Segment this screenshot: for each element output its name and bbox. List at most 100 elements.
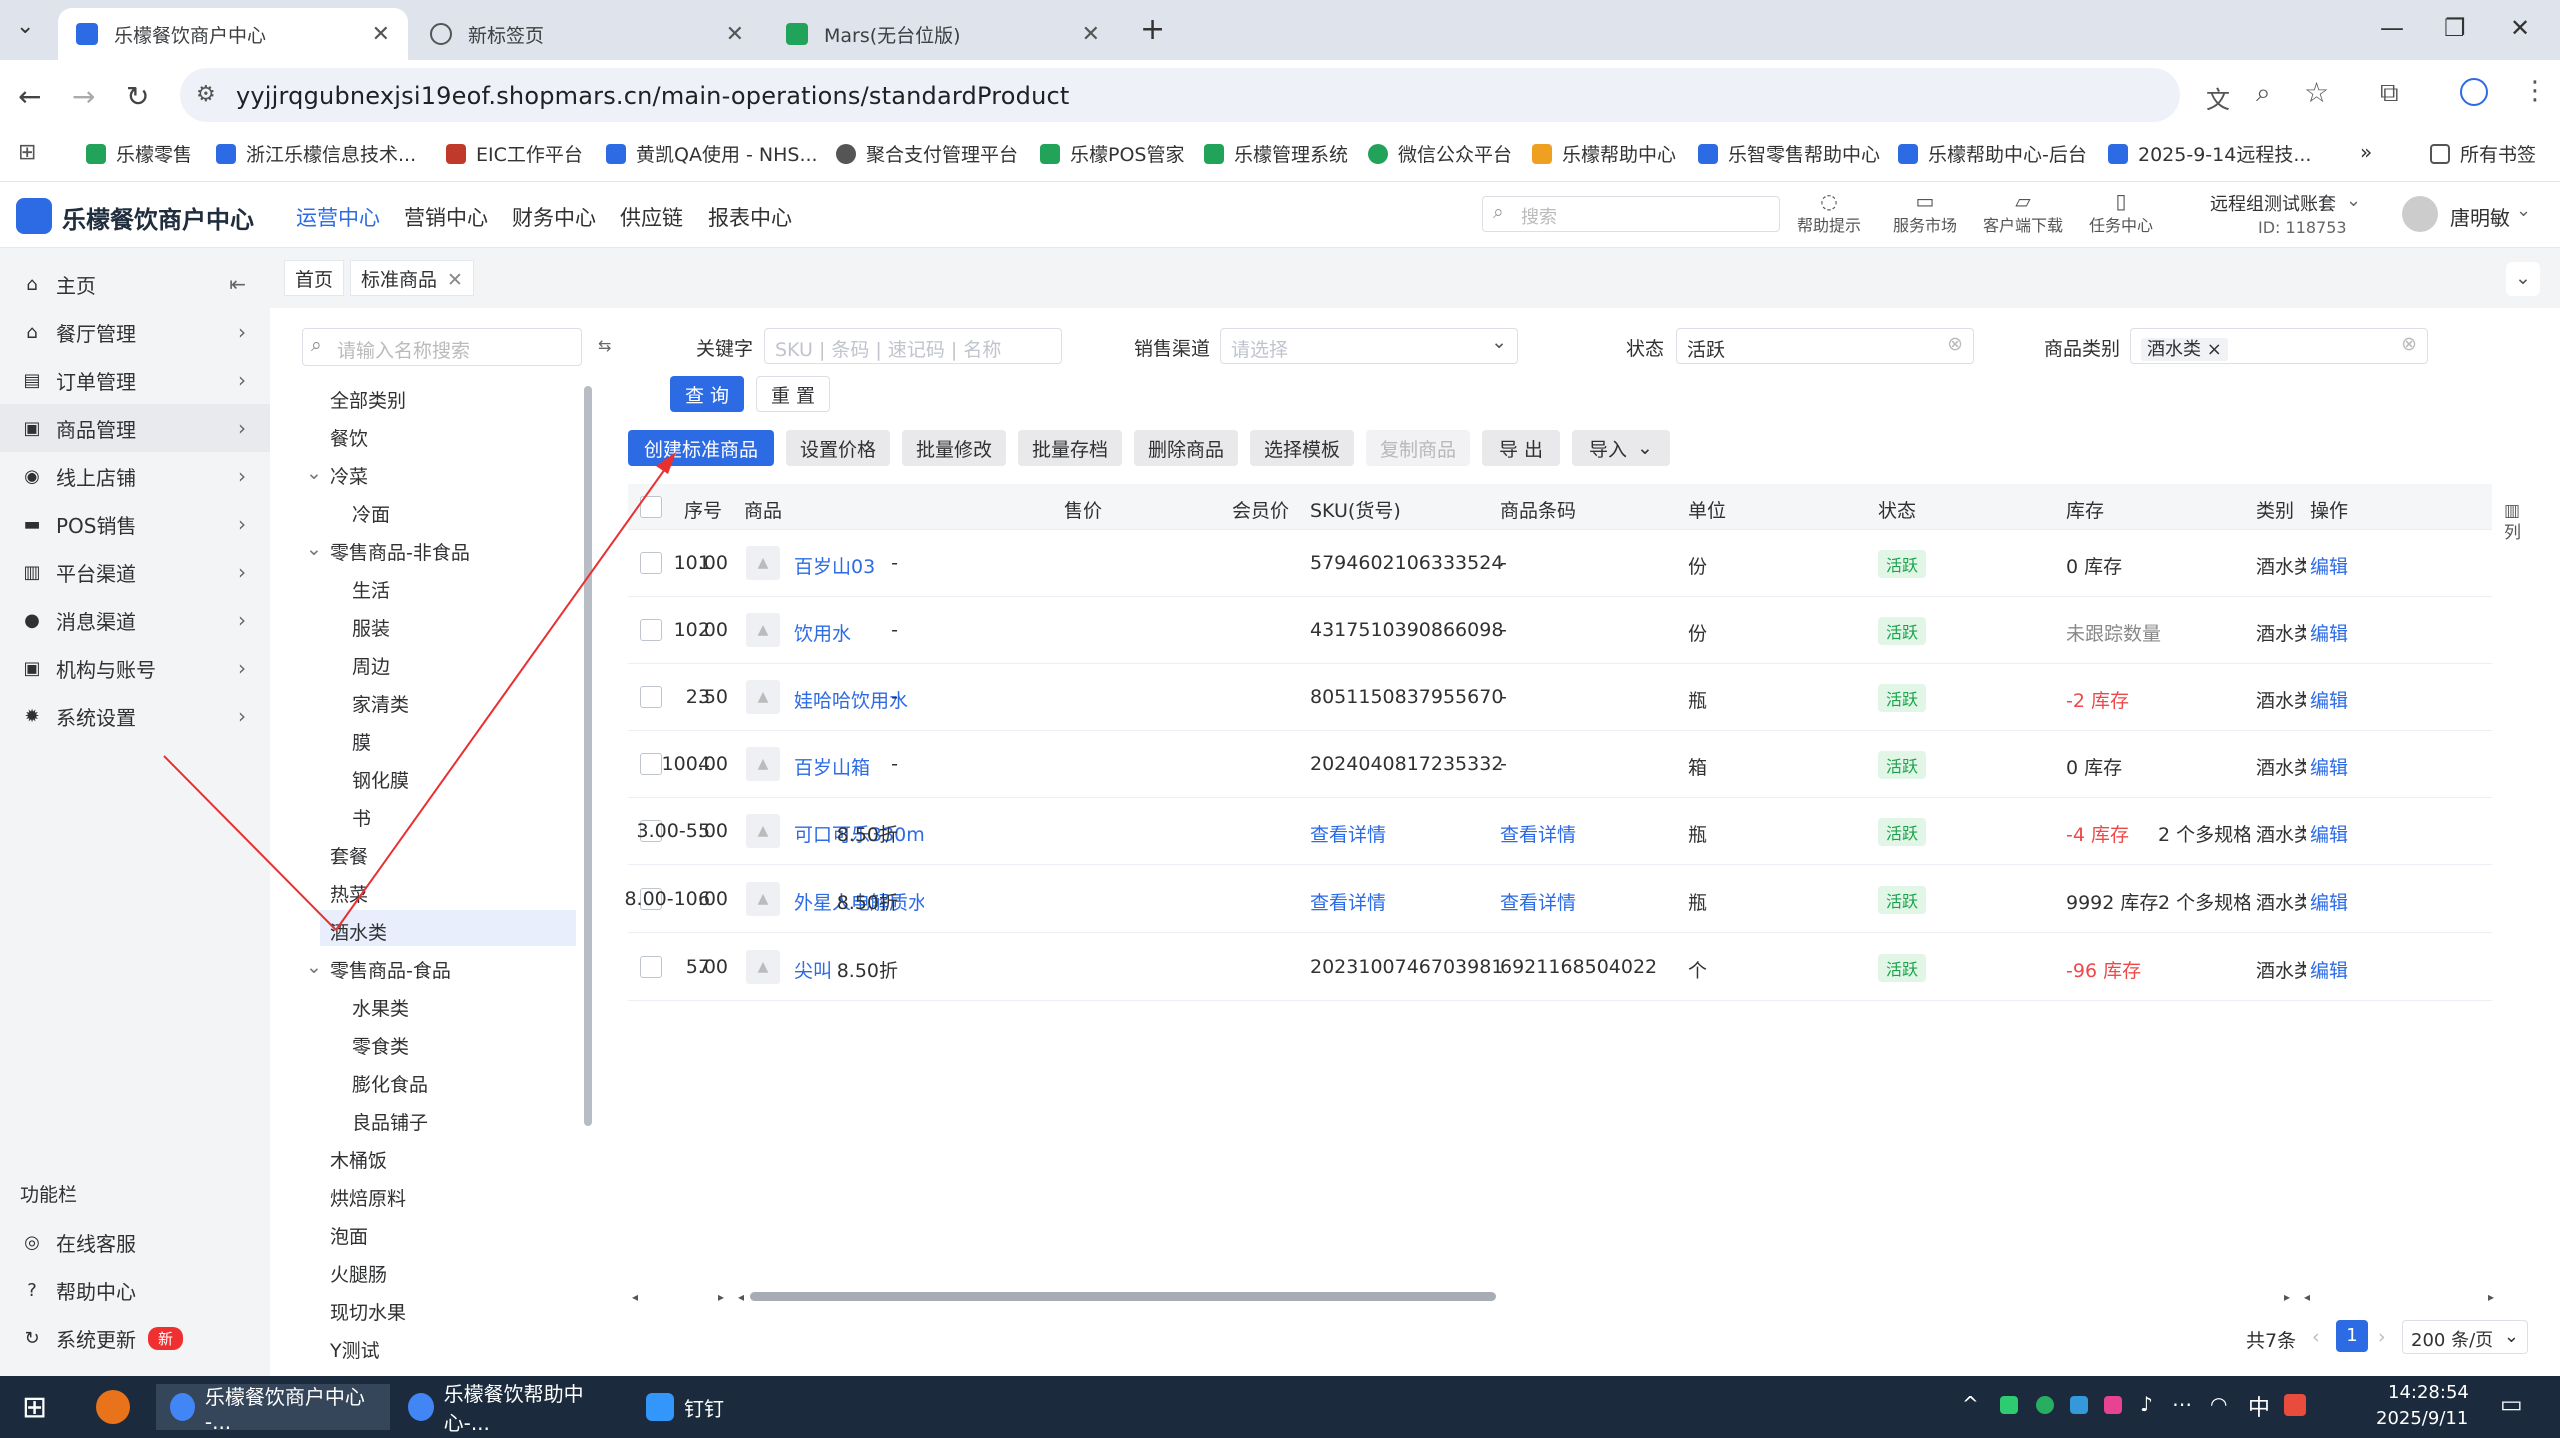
zoom-icon[interactable]: ⌕ [2256, 78, 2271, 109]
browser-tab[interactable]: 新标签页 ✕ [412, 8, 762, 60]
sidebar-item-org[interactable]: ▣ 机构与账号 › [0, 644, 270, 692]
row-checkbox[interactable] [640, 753, 662, 775]
taskbar-app[interactable]: 钉钉 [632, 1384, 752, 1430]
tab-standard-product[interactable]: 标准商品 ✕ [350, 260, 474, 296]
site-info-icon[interactable]: ⚙ [196, 82, 216, 107]
tree-node[interactable]: 水果类 [352, 994, 409, 1021]
tree-node[interactable]: 书 [352, 804, 371, 831]
scroll-left-icon[interactable]: ◂ [738, 1290, 744, 1304]
scroll-right-icon[interactable]: ▸ [2488, 1290, 2494, 1304]
notification-icon[interactable]: ▭ [2500, 1390, 2523, 1418]
sidebar-item-pos[interactable]: ▬ POS销售 › [0, 500, 270, 548]
edit-link[interactable]: 编辑 [2310, 552, 2348, 579]
edit-link[interactable]: 编辑 [2310, 956, 2348, 983]
tree-node[interactable]: 家清类 [352, 690, 409, 717]
more-bookmarks-icon[interactable]: » [2360, 140, 2372, 164]
bookmark[interactable]: 乐檬零售 [86, 140, 192, 167]
delete-product-button[interactable]: 删除商品 [1134, 430, 1238, 466]
tree-node[interactable]: ⌄ 零售商品-食品 [306, 956, 451, 983]
batch-edit-button[interactable]: 批量修改 [902, 430, 1006, 466]
nav-marketing[interactable]: 营销中心 [404, 202, 488, 232]
tree-node[interactable]: ⌄ 零售商品-非食品 [306, 538, 470, 565]
sku[interactable]: 查看详情 [1310, 888, 1386, 915]
tree-toggle-icon[interactable]: ⇆ [598, 336, 611, 355]
client-download-button[interactable]: ▱ 客户端下载 [1978, 190, 2068, 236]
profile-icon[interactable] [2460, 78, 2488, 106]
tree-node[interactable]: 餐饮 [330, 424, 368, 451]
url-text[interactable]: yyjjrqgubnexjsi19eof.shopmars.cn/main-op… [236, 82, 1070, 110]
sidebar-item-products[interactable]: ▣ 商品管理 › [0, 404, 270, 452]
sidebar-item-restaurant[interactable]: ⌂ 餐厅管理 › [0, 308, 270, 356]
browser-tab[interactable]: Mars(无台位版) ✕ [768, 8, 1118, 60]
tree-node[interactable]: 周边 [352, 652, 390, 679]
volume-icon[interactable]: ♪ [2140, 1392, 2153, 1416]
tree-node[interactable]: 全部类别 [330, 386, 406, 413]
row-checkbox[interactable] [640, 552, 662, 574]
close-tab-icon[interactable]: ✕ [726, 22, 744, 47]
create-product-button[interactable]: 创建标准商品 [628, 430, 774, 466]
tree-node[interactable]: 冷面 [352, 500, 390, 527]
firefox-icon[interactable] [96, 1390, 130, 1424]
tree-node[interactable]: 生活 [352, 576, 390, 603]
tree-node[interactable]: 钢化膜 [352, 766, 409, 793]
select-all-checkbox[interactable] [640, 496, 662, 518]
bookmark[interactable]: 微信公众平台 [1368, 140, 1512, 167]
select-template-button[interactable]: 选择模板 [1250, 430, 1354, 466]
scroll-left-icon[interactable]: ◂ [2304, 1290, 2310, 1304]
barcode[interactable]: 查看详情 [1500, 888, 1576, 915]
edit-link[interactable]: 编辑 [2310, 888, 2348, 915]
bookmark[interactable]: 乐檬POS管家 [1040, 140, 1184, 167]
forward-icon[interactable]: → [72, 80, 95, 113]
tree-node[interactable]: 火腿肠 [330, 1260, 387, 1287]
category-select[interactable]: 酒水类 × ⊗ [2130, 328, 2428, 364]
import-button[interactable]: 导入 ⌄ [1572, 430, 1670, 466]
channel-select[interactable]: 请选择 ⌄ [1220, 328, 1518, 364]
clock-time[interactable]: 14:28:54 [2388, 1382, 2469, 1403]
tree-node[interactable]: 膜 [352, 728, 371, 755]
account-name[interactable]: 远程组测试账套 [2210, 190, 2336, 216]
user-name[interactable]: 唐明敏 [2450, 202, 2510, 231]
table-hscrollbar[interactable] [750, 1292, 1496, 1301]
tree-node[interactable]: 泡面 [330, 1222, 368, 1249]
product-name-link[interactable]: 尖叫 [794, 956, 832, 983]
tab-home[interactable]: 首页 [284, 260, 345, 296]
tree-node[interactable]: ⌄ 冷菜 [306, 462, 368, 489]
tree-node[interactable]: 烘焙原料 [330, 1184, 406, 1211]
service-market-button[interactable]: ▭ 服务市场 [1880, 190, 1970, 236]
tree-node[interactable]: 热菜 [330, 880, 368, 907]
barcode[interactable]: 查看详情 [1500, 820, 1576, 847]
tree-node[interactable]: 膨化食品 [352, 1070, 428, 1097]
product-name-link[interactable]: 饮用水 [794, 619, 851, 646]
scroll-right-icon[interactable]: ▸ [2284, 1290, 2290, 1304]
tree-node[interactable]: 现切水果 [330, 1298, 406, 1325]
windows-start-icon[interactable]: ⊞ [22, 1390, 47, 1425]
extensions-icon[interactable]: ⧉ [2380, 78, 2399, 109]
network-icon[interactable]: ⋯ [2172, 1392, 2192, 1416]
restore-icon[interactable]: ❐ [2444, 14, 2466, 42]
taskbar-app[interactable]: 乐檬餐饮帮助中心-... [394, 1382, 628, 1435]
online-service[interactable]: ◎ 在线客服 [0, 1218, 270, 1266]
row-checkbox[interactable] [640, 619, 662, 641]
row-checkbox[interactable] [640, 686, 662, 708]
bookmark[interactable]: 2025-9-14远程技... [2108, 140, 2311, 167]
window-close-icon[interactable]: ✕ [2510, 14, 2530, 42]
tree-scrollbar[interactable] [584, 386, 592, 1126]
tree-search-input[interactable]: ⌕ 请输入名称搜索 [302, 328, 582, 366]
sku[interactable]: 查看详情 [1310, 820, 1386, 847]
reload-icon[interactable]: ↻ [126, 80, 149, 113]
header-search-input[interactable]: ⌕ 搜索 [1482, 196, 1780, 232]
sidebar-item-settings[interactable]: ✹ 系统设置 › [0, 692, 270, 740]
bookmark[interactable]: EIC工作平台 [446, 140, 583, 167]
system-update[interactable]: ↻ 系统更新 新 [0, 1314, 270, 1362]
scroll-right-icon[interactable]: ▸ [718, 1290, 724, 1304]
wechat-icon[interactable] [2036, 1396, 2054, 1414]
copy-product-button[interactable]: 复制商品 [1366, 430, 1470, 466]
sidebar-item-message[interactable]: ● 消息渠道 › [0, 596, 270, 644]
tree-node-selected[interactable]: 酒水类 [330, 918, 387, 945]
bookmark[interactable]: 浙江乐檬信息技术... [216, 140, 416, 167]
sidebar-item-platform[interactable]: ▥ 平台渠道 › [0, 548, 270, 596]
export-button[interactable]: 导 出 [1482, 430, 1560, 466]
batch-archive-button[interactable]: 批量存档 [1018, 430, 1122, 466]
sidebar-item-home[interactable]: ⌂ 主页 ⇤ [0, 260, 270, 308]
nav-supply[interactable]: 供应链 [620, 202, 683, 232]
